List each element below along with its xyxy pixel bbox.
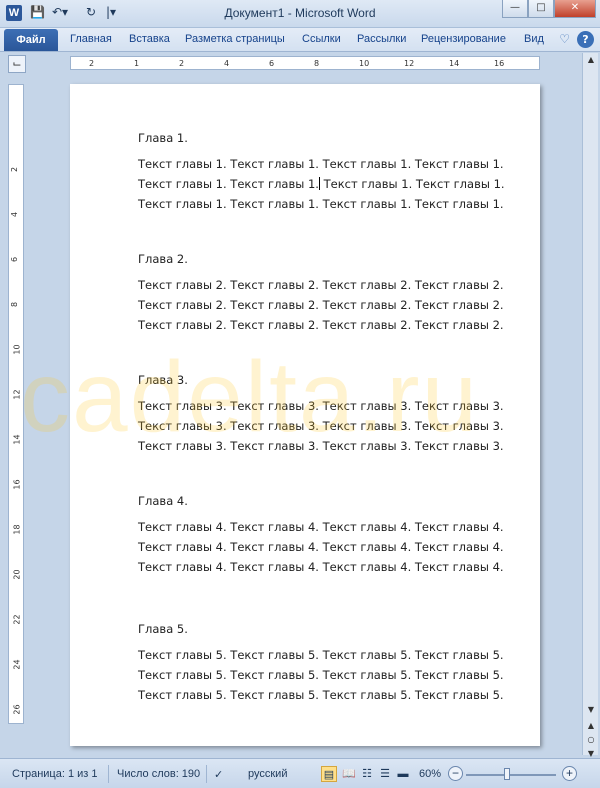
paragraph-line[interactable]: Текст главы 4. Текст главы 4. Текст глав… bbox=[138, 557, 504, 577]
paragraph-line[interactable]: Текст главы 5. Текст главы 5. Текст глав… bbox=[138, 665, 504, 685]
word-count-status[interactable]: Число слов: 190 bbox=[117, 768, 200, 780]
document-page[interactable]: Глава 1. Текст главы 1. Текст главы 1. Те… bbox=[70, 84, 540, 746]
tab-insert[interactable]: Вставка bbox=[129, 33, 170, 45]
paragraph-line[interactable]: Текст главы 2. Текст главы 2. Текст глав… bbox=[138, 295, 504, 315]
ruler-tick-label: 14 bbox=[12, 434, 22, 445]
zoom-level[interactable]: 60% bbox=[419, 768, 441, 780]
horizontal-ruler[interactable]: 2 1 2 4 6 8 10 12 14 16 bbox=[30, 53, 578, 73]
chapter-block[interactable]: Глава 2. Текст главы 2. Текст главы 2. Те… bbox=[138, 249, 504, 335]
browse-object-icon[interactable]: ○ bbox=[584, 733, 598, 747]
tab-home[interactable]: Главная bbox=[70, 33, 112, 45]
ruler-tick-label: 14 bbox=[449, 59, 460, 68]
chapter-block[interactable]: Глава 3. Текст главы 3. Текст главы 3. Те… bbox=[138, 370, 504, 456]
paragraph-line[interactable]: Текст главы 1. Текст главы 1. Текст глав… bbox=[138, 154, 504, 174]
ruler-tick-label: 4 bbox=[10, 211, 20, 218]
line-text-after-caret[interactable]: Текст главы 1. Текст главы 1. bbox=[320, 177, 505, 191]
chapter-heading[interactable]: Глава 4. bbox=[138, 491, 498, 517]
minimize-ribbon-icon[interactable]: ♡ bbox=[559, 32, 570, 46]
draft-view-icon[interactable]: ▬ bbox=[395, 766, 411, 782]
tab-references[interactable]: Ссылки bbox=[302, 33, 341, 45]
zoom-in-button[interactable]: + bbox=[562, 766, 577, 781]
paragraph-line[interactable]: Текст главы 2. Текст главы 2. Текст глав… bbox=[138, 275, 504, 295]
paragraph-line[interactable]: Текст главы 1. Текст главы 1. Текст глав… bbox=[138, 174, 505, 194]
maximize-button[interactable]: □ bbox=[528, 0, 554, 18]
ruler-tick-label: 2 bbox=[89, 59, 95, 68]
ruler-tick-label: 22 bbox=[12, 614, 22, 625]
ruler-tick-label: 6 bbox=[10, 256, 20, 263]
ruler-tick-label: 10 bbox=[12, 344, 22, 355]
paragraph-line[interactable]: Текст главы 3. Текст главы 3. Текст глав… bbox=[138, 436, 504, 456]
spelling-check-icon[interactable]: ✓ bbox=[214, 768, 223, 781]
minimize-button[interactable]: — bbox=[502, 0, 528, 18]
paragraph-line[interactable]: Текст главы 3. Текст главы 3. Текст глав… bbox=[138, 416, 504, 436]
ruler-tick-label: 16 bbox=[12, 479, 22, 490]
chapter-heading[interactable]: Глава 2. bbox=[138, 249, 498, 275]
ruler-tick-label: 6 bbox=[269, 59, 275, 68]
ruler-tick-label: 26 bbox=[12, 704, 22, 715]
close-button[interactable]: ✕ bbox=[554, 0, 596, 18]
ruler-tick-label: 20 bbox=[12, 569, 22, 580]
tab-review[interactable]: Рецензирование bbox=[421, 33, 506, 45]
full-screen-reading-view-icon[interactable]: 📖 bbox=[341, 766, 357, 782]
paragraph-line[interactable]: Текст главы 4. Текст главы 4. Текст глав… bbox=[138, 537, 504, 557]
ruler-tick-label: 12 bbox=[404, 59, 415, 68]
chapter-block[interactable]: Глава 5. Текст главы 5. Текст главы 5. Те… bbox=[138, 619, 504, 705]
ruler-tick-label: 10 bbox=[359, 59, 370, 68]
zoom-slider[interactable] bbox=[466, 774, 556, 776]
tab-mailings[interactable]: Рассылки bbox=[357, 33, 406, 45]
chapter-heading[interactable]: Глава 1. bbox=[138, 128, 498, 154]
language-status[interactable]: русский bbox=[248, 768, 287, 780]
vertical-scrollbar[interactable]: ▲ ▼ ▲ ○ ▼ bbox=[582, 53, 598, 758]
ruler-tick-label: 2 bbox=[10, 166, 20, 173]
paragraph-line[interactable]: Текст главы 5. Текст главы 5. Текст глав… bbox=[138, 685, 504, 705]
ruler-tick-label: 18 bbox=[12, 524, 22, 535]
ruler-tick-label: 4 bbox=[224, 59, 230, 68]
ruler-tick-label: 24 bbox=[12, 659, 22, 670]
scroll-up-arrow-icon[interactable]: ▲ bbox=[584, 53, 598, 67]
ruler-tick-label: 2 bbox=[179, 59, 185, 68]
line-text-before-caret[interactable]: Текст главы 1. Текст главы 1. bbox=[138, 177, 319, 191]
paragraph-line[interactable]: Текст главы 1. Текст главы 1. Текст глав… bbox=[138, 194, 504, 214]
ruler-tick-label: 8 bbox=[10, 301, 20, 308]
help-icon[interactable]: ? bbox=[577, 31, 594, 48]
print-layout-view-icon[interactable]: ▤ bbox=[321, 766, 337, 782]
paragraph-line[interactable]: Текст главы 5. Текст главы 5. Текст глав… bbox=[138, 645, 504, 665]
paragraph-line[interactable]: Текст главы 2. Текст главы 2. Текст глав… bbox=[138, 315, 504, 335]
ruler-tick-label: 8 bbox=[314, 59, 320, 68]
zoom-out-button[interactable]: − bbox=[448, 766, 463, 781]
web-layout-view-icon[interactable]: ☷ bbox=[359, 766, 375, 782]
paragraph-line[interactable]: Текст главы 4. Текст главы 4. Текст глав… bbox=[138, 517, 504, 537]
chapter-block[interactable]: Глава 4. Текст главы 4. Текст главы 4. Те… bbox=[138, 491, 504, 577]
ruler-tick-label: 16 bbox=[494, 59, 505, 68]
chapter-heading[interactable]: Глава 3. bbox=[138, 370, 498, 396]
chapter-block[interactable]: Глава 1. Текст главы 1. Текст главы 1. Те… bbox=[138, 128, 505, 214]
status-bar: Страница: 1 из 1 Число слов: 190 ✓ русск… bbox=[0, 758, 600, 788]
zoom-slider-thumb[interactable] bbox=[503, 768, 510, 780]
vertical-ruler[interactable]: 2 4 6 8 10 12 14 16 18 20 22 24 26 bbox=[8, 84, 24, 724]
ribbon-tabs: Файл Главная Вставка Разметка страницы С… bbox=[0, 28, 600, 52]
previous-page-icon[interactable]: ▲ bbox=[584, 719, 598, 733]
outline-view-icon[interactable]: ☰ bbox=[377, 766, 393, 782]
paragraph-line[interactable]: Текст главы 3. Текст главы 3. Текст глав… bbox=[138, 396, 504, 416]
page-count-status[interactable]: Страница: 1 из 1 bbox=[12, 768, 98, 780]
ruler-tick-label: 1 bbox=[134, 59, 140, 68]
scroll-down-arrow-icon[interactable]: ▼ bbox=[584, 703, 598, 717]
chapter-heading[interactable]: Глава 5. bbox=[138, 619, 498, 645]
tab-stop-selector[interactable]: ⌙ bbox=[8, 55, 26, 73]
ruler-tick-label: 12 bbox=[12, 389, 22, 400]
tab-view[interactable]: Вид bbox=[524, 33, 544, 45]
title-bar: W 💾 ↶▾ ↻ |▾ Документ1 - Microsoft Word —… bbox=[0, 0, 600, 28]
tab-file[interactable]: Файл bbox=[4, 29, 58, 51]
tab-page-layout[interactable]: Разметка страницы bbox=[185, 33, 285, 45]
document-body[interactable]: Глава 1. Текст главы 1. Текст главы 1. Те… bbox=[138, 128, 505, 740]
